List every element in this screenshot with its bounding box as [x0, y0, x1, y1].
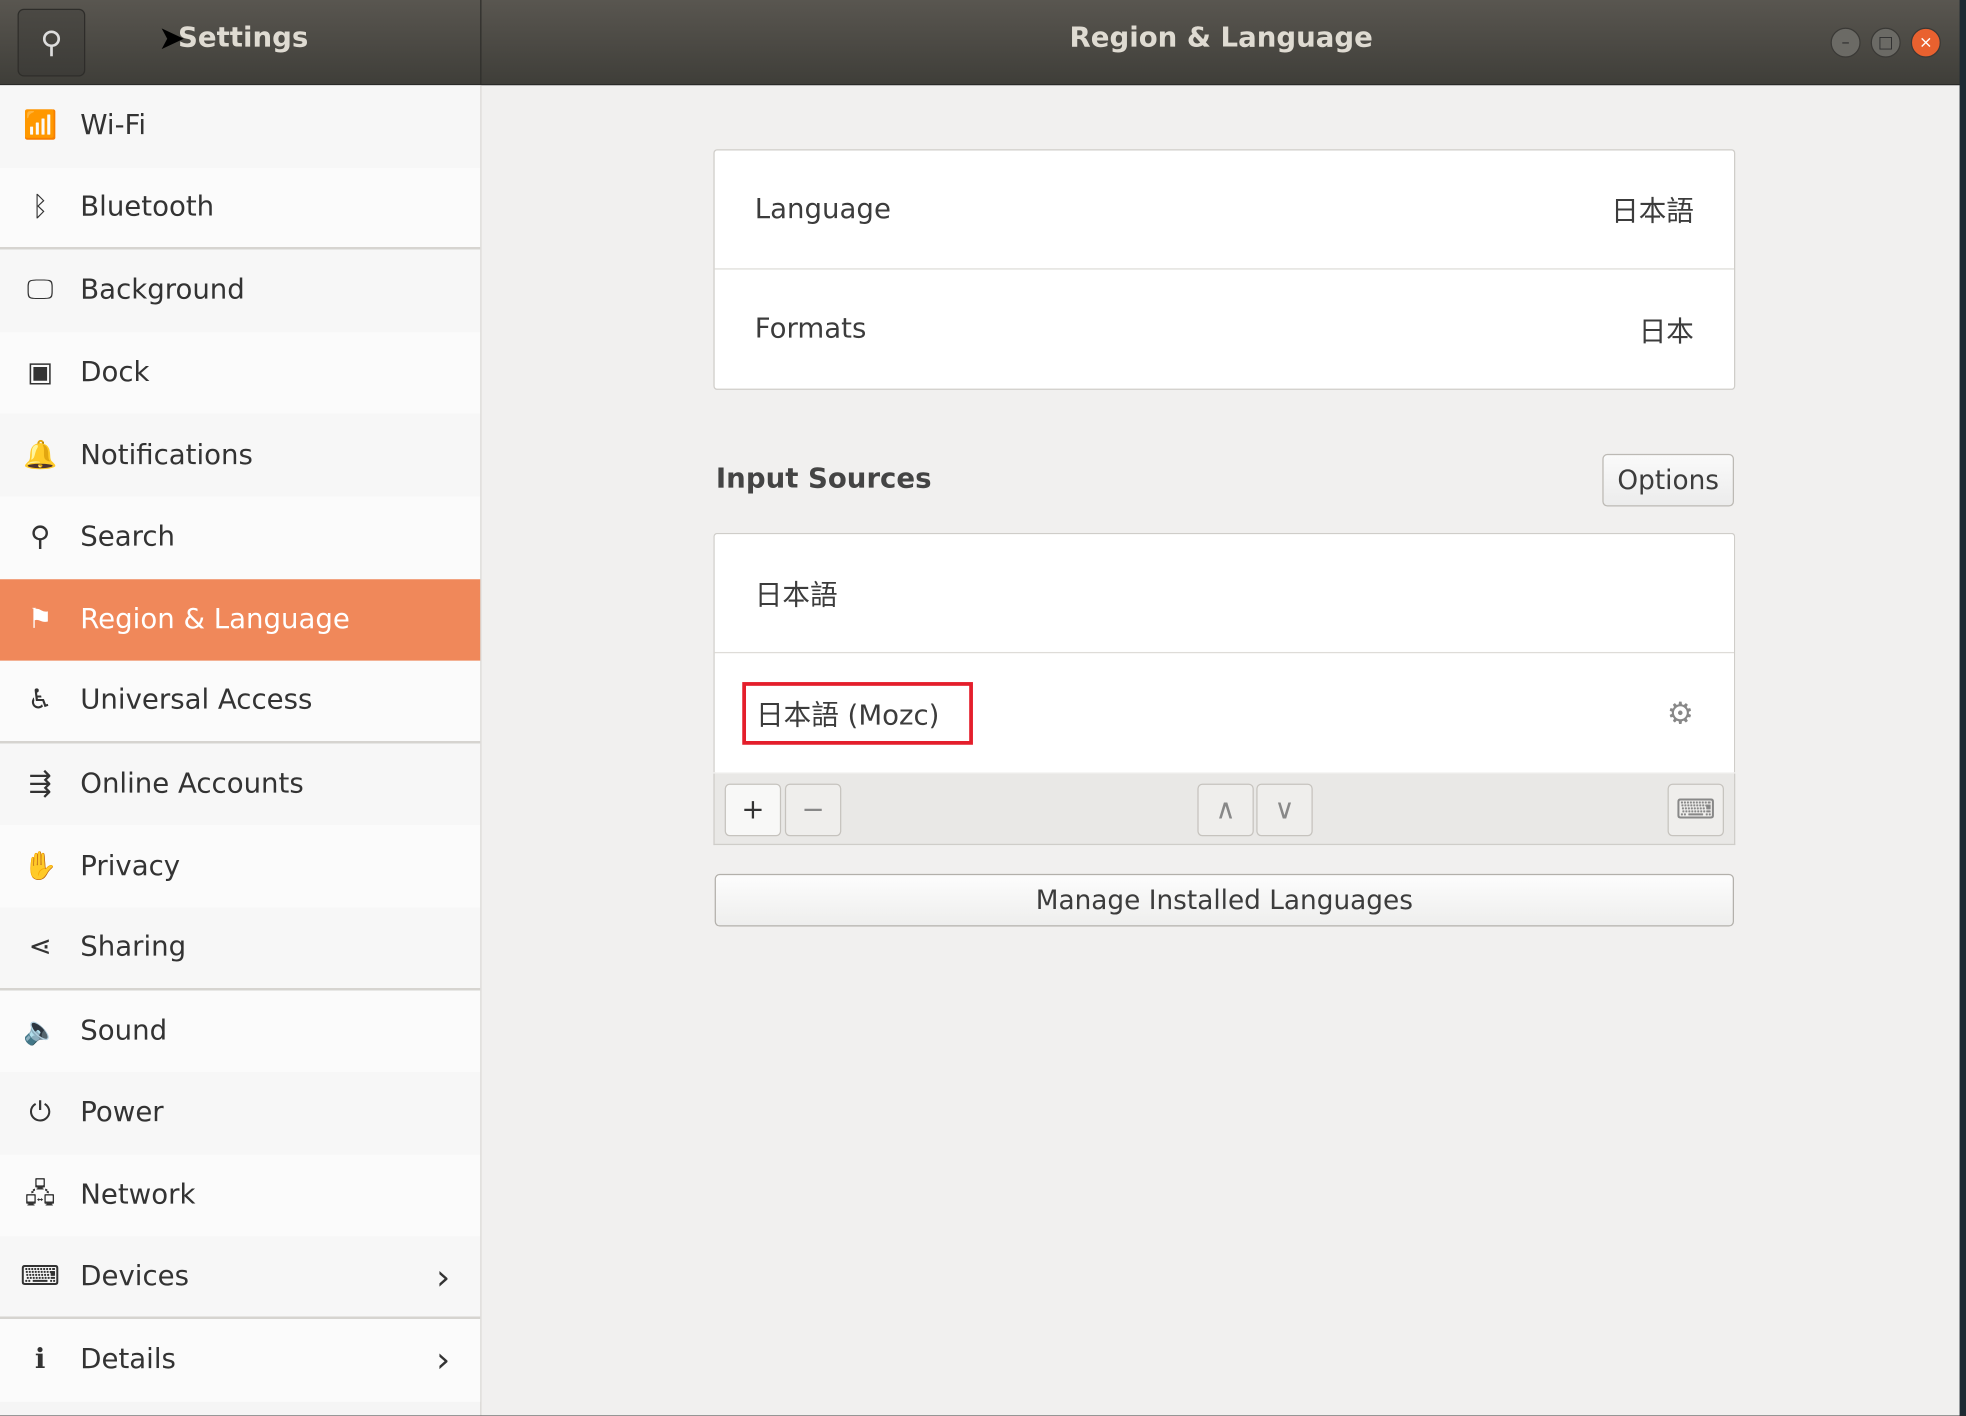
sidebar-item-wi-fi[interactable]: 📶 Wi-Fi — [0, 85, 481, 168]
input-sources-list: 日本語 日本語 (Mozc) ⚙ — [713, 532, 1736, 773]
sidebar-item-online-accounts[interactable]: ⇶ Online Accounts — [0, 743, 481, 826]
remove-input-source-button[interactable]: − — [784, 783, 842, 837]
sidebar-item-sound[interactable]: 🔈 Sound — [0, 989, 481, 1073]
sidebar-item-universal-access[interactable]: ♿ Universal Access — [0, 660, 481, 744]
sidebar-item-devices[interactable]: ⌨ Devices › — [0, 1236, 481, 1319]
background-desktop — [1959, 0, 1966, 1416]
header-bar: ⚲ Settings Region & Language – □ × — [0, 0, 1960, 86]
sidebar-item-privacy[interactable]: ✋ Privacy — [0, 825, 481, 908]
sidebar-item-label: Background — [80, 275, 245, 307]
sidebar-item-label: Search — [80, 521, 176, 554]
sidebar-item-bluetooth[interactable]: ᛒ Bluetooth — [0, 167, 481, 250]
sidebar-item-label: Privacy — [80, 850, 181, 883]
input-sources-heading: Input Sources — [715, 463, 932, 496]
keyboard-icon: ⌨ — [1675, 794, 1716, 826]
sidebar-item-dock[interactable]: ▣ Dock — [0, 331, 481, 415]
sidebar-item-label: Dock — [80, 357, 150, 389]
search-icon: ⚲ — [30, 521, 51, 554]
hand-icon: ✋ — [22, 850, 58, 883]
sidebar-item-search[interactable]: ⚲ Search — [0, 496, 481, 579]
close-button[interactable]: × — [1910, 27, 1941, 58]
sidebar-item-label: Power — [80, 1097, 164, 1129]
sidebar-item-label: Devices — [80, 1260, 189, 1293]
sidebar-item-label: Universal Access — [80, 685, 313, 717]
formats-label: Formats — [754, 313, 867, 345]
sidebar-item-notifications[interactable]: 🔔 Notifications — [0, 414, 481, 497]
language-value: 日本語 — [1611, 196, 1694, 229]
info-icon: ℹ — [34, 1344, 46, 1376]
sidebar-item-label: Notifications — [80, 439, 253, 472]
minimize-button[interactable]: – — [1830, 27, 1861, 58]
formats-row[interactable]: Formats 日本 — [715, 270, 1734, 389]
main-panel: Language 日本語 Formats 日本 Input Sources Opti… — [481, 85, 1960, 1416]
chevron-right-icon: › — [436, 1255, 451, 1298]
input-sources-toolbar: + − ∧ ∨ ⌨ — [713, 773, 1736, 846]
keyboard-layout-button[interactable]: ⌨ — [1667, 783, 1724, 837]
bluetooth-icon: ᛒ — [31, 191, 49, 224]
power-plug-icon: ⏻ — [29, 1097, 52, 1129]
sidebar-item-background[interactable]: 🖵 Background — [0, 249, 481, 332]
chevron-right-icon: › — [436, 1339, 451, 1381]
bell-icon: 🔔 — [22, 439, 58, 472]
add-input-source-button[interactable]: + — [724, 783, 782, 837]
input-source-item[interactable]: 日本語 — [714, 534, 1735, 654]
chevron-down-icon: ∨ — [1274, 794, 1295, 826]
input-source-item[interactable]: 日本語 (Mozc) ⚙ — [715, 653, 1734, 772]
flag-icon: ⚑ — [27, 604, 53, 636]
sidebar-item-label: Details — [80, 1344, 176, 1376]
share-icon: ⋖ — [28, 931, 52, 964]
sidebar: 📶 Wi-Fi ᛒ Bluetooth 🖵 Background ▣ Dock 🔔 Notific… — [0, 85, 482, 1416]
highlight-box: 日本語 (Mozc) — [742, 681, 974, 745]
input-source-label: 日本語 — [754, 580, 838, 612]
formats-value: 日本 — [1638, 316, 1694, 348]
speaker-icon: 🔈 — [22, 1015, 58, 1047]
sidebar-item-power[interactable]: ⏻ Power — [0, 1072, 481, 1155]
language-label: Language — [754, 193, 891, 226]
search-icon: ⚲ — [40, 25, 63, 61]
window-title: Region & Language — [1069, 22, 1373, 54]
gear-icon[interactable]: ⚙ — [1667, 695, 1694, 730]
sidebar-item-sharing[interactable]: ⋖ Sharing — [0, 907, 481, 990]
background-icon: 🖵 — [26, 275, 54, 307]
language-row[interactable]: Language 日本語 — [714, 150, 1735, 270]
sidebar-item-label: Bluetooth — [80, 191, 215, 224]
minus-icon: − — [801, 794, 825, 826]
online-accounts-icon: ⇶ — [28, 768, 52, 800]
move-up-button[interactable]: ∧ — [1197, 783, 1254, 837]
input-source-label: 日本語 (Mozc) — [756, 700, 940, 732]
sidebar-item-label: Online Accounts — [80, 768, 304, 800]
mouse-cursor-icon: ➤ — [157, 20, 186, 58]
sidebar-item-label: Wi-Fi — [80, 110, 147, 143]
sidebar-item-label: Network — [80, 1179, 196, 1212]
app-title: Settings — [178, 22, 309, 54]
devices-icon: ⌨ — [20, 1260, 61, 1293]
sidebar-item-label: Sharing — [80, 931, 187, 964]
move-down-button[interactable]: ∨ — [1256, 783, 1313, 837]
accessibility-icon: ♿ — [27, 685, 53, 717]
language-formats-card: Language 日本語 Formats 日本 — [713, 149, 1736, 390]
sidebar-item-label: Sound — [80, 1015, 168, 1047]
chevron-up-icon: ∧ — [1215, 794, 1236, 826]
plus-icon: + — [741, 794, 765, 826]
options-button[interactable]: Options — [1602, 453, 1735, 507]
sidebar-item-network[interactable]: 🖧 Network — [0, 1154, 481, 1237]
sidebar-item-details[interactable]: ℹ Details › — [0, 1318, 481, 1402]
sidebar-item-label: Region & Language — [80, 604, 350, 636]
wifi-icon: 📶 — [22, 110, 58, 143]
maximize-button[interactable]: □ — [1870, 27, 1901, 58]
dock-icon: ▣ — [27, 357, 54, 389]
sidebar-item-region-language[interactable]: ⚑ Region & Language — [0, 578, 481, 661]
manage-installed-languages-button[interactable]: Manage Installed Languages — [714, 873, 1735, 927]
network-icon: 🖧 — [24, 1177, 56, 1210]
search-button[interactable]: ⚲ — [17, 8, 86, 77]
